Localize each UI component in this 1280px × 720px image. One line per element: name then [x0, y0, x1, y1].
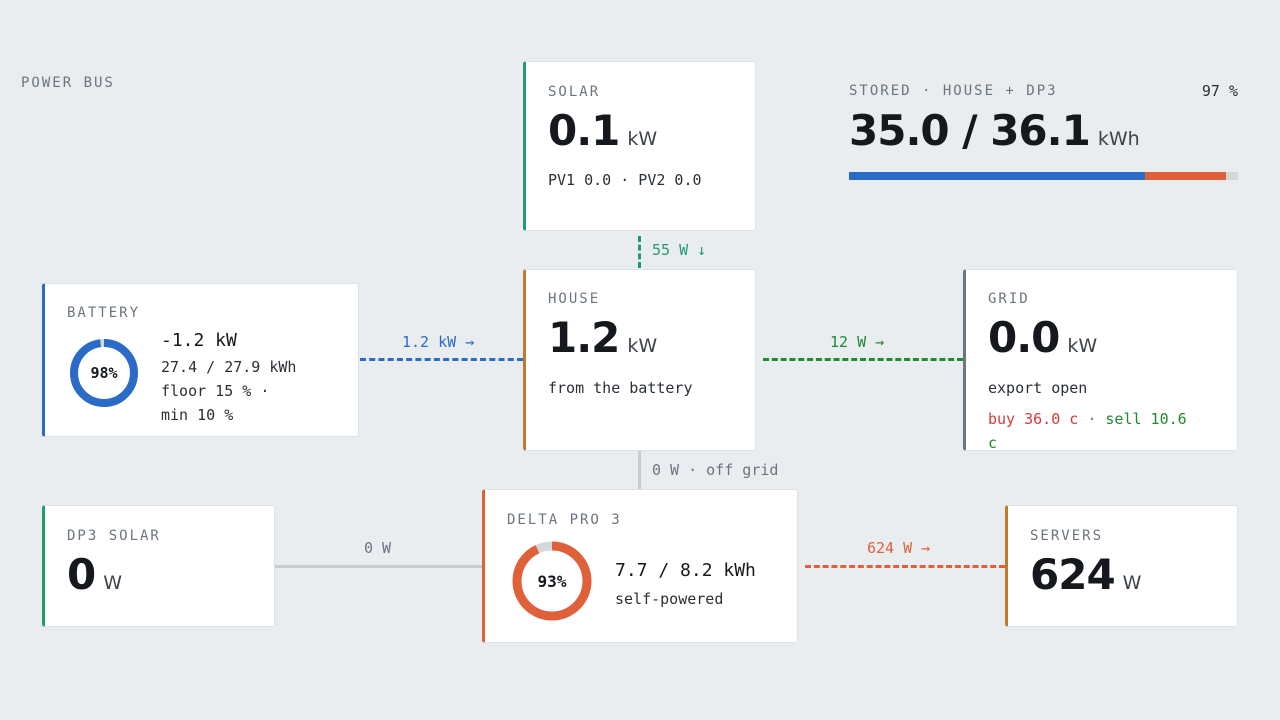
delta-pro-ring: 93% [511, 540, 593, 622]
house-unit: kW [627, 335, 658, 357]
dp3solar-delta-flow-label: 0 W [364, 539, 392, 557]
grid-reading: 0.0 kW [988, 317, 1097, 359]
battery-card[interactable]: BATTERY 98% -1.2 kW 27.4 / 27.9 kWh floo… [42, 283, 359, 437]
delta-pro-card[interactable]: DELTA PRO 3 93% 7.7 / 8.2 kWh self-power… [482, 489, 798, 643]
solar-reading: 0.1 kW [548, 110, 657, 152]
house-grid-flow-label: 12 W → [830, 333, 885, 351]
stored-value: 35.0 / 36.1 [849, 106, 1091, 155]
grid-value: 0.0 [988, 313, 1060, 362]
house-card[interactable]: HOUSE 1.2 kW from the battery [523, 269, 756, 451]
grid-tariff: buy 36.0 c · sell 10.6 c [988, 407, 1228, 455]
stored-reading: 35.0 / 36.1 kWh [849, 110, 1140, 152]
servers-value: 624 [1030, 550, 1116, 599]
solar-value: 0.1 [548, 106, 620, 155]
house-grid-connector [763, 358, 963, 361]
dp3-solar-reading: 0W [67, 554, 122, 596]
battery-house-flow-label: 1.2 kW → [402, 333, 475, 351]
stored-unit: kWh [1097, 128, 1140, 150]
grid-sell-price: sell 10.6 [1105, 410, 1187, 428]
delta-servers-flow-label: 624 W → [867, 539, 931, 557]
stored-bar [849, 172, 1238, 180]
dp3solar-delta-connector [275, 565, 482, 568]
grid-unit: kW [1067, 335, 1098, 357]
page-title: POWER BUS [21, 75, 115, 91]
battery-energy: 27.4 / 27.9 kWh [161, 358, 297, 376]
grid-tariff-separator: · [1078, 410, 1106, 428]
battery-power: -1.2 kW [161, 330, 237, 351]
grid-sell-unit: c [988, 434, 998, 452]
house-delta-connector [638, 450, 641, 490]
servers-unit: W [1122, 572, 1142, 594]
grid-buy-price: buy 36.0 c [988, 410, 1079, 428]
dp3-solar-label: DP3 SOLAR [67, 528, 161, 544]
solar-detail: PV1 0.0 · PV2 0.0 [548, 171, 702, 189]
battery-ring: 98% [69, 338, 139, 408]
dp3-solar-value: 0 [67, 550, 96, 599]
battery-percent: 98% [90, 364, 118, 382]
house-reading: 1.2 kW [548, 317, 657, 359]
battery-label: BATTERY [67, 305, 141, 321]
delta-servers-connector [805, 565, 1005, 568]
house-value: 1.2 [548, 313, 620, 362]
servers-label: SERVERS [1030, 528, 1104, 544]
dp3-solar-unit: W [103, 572, 123, 594]
solar-label: SOLAR [548, 84, 601, 100]
solar-card[interactable]: SOLAR 0.1 kW PV1 0.0 · PV2 0.0 [523, 61, 756, 231]
dp3-solar-card[interactable]: DP3 SOLAR 0W [42, 505, 275, 627]
house-detail: from the battery [548, 379, 693, 397]
house-label: HOUSE [548, 291, 601, 307]
stored-bar-house-segment [849, 172, 1145, 180]
delta-pro-percent: 93% [537, 571, 567, 591]
house-delta-flow-label: 0 W · off grid [652, 461, 779, 479]
delta-pro-label: DELTA PRO 3 [507, 512, 622, 528]
battery-house-connector [360, 358, 523, 361]
servers-reading: 624 W [1030, 554, 1141, 596]
stored-bar-dp3-segment [1144, 172, 1227, 180]
delta-pro-energy: 7.7 / 8.2 kWh [615, 560, 756, 581]
solar-unit: kW [627, 128, 658, 150]
stored-label: STORED · HOUSE + DP3 [849, 83, 1058, 99]
grid-card[interactable]: GRID 0.0 kW export open buy 36.0 c · sell… [963, 269, 1238, 452]
solar-house-flow-label: 55 W ↓ [652, 241, 707, 259]
battery-min: min 10 % [161, 406, 234, 424]
delta-pro-detail: self-powered [615, 590, 724, 608]
grid-label: GRID [988, 291, 1030, 307]
battery-floor: floor 15 % · [161, 382, 270, 400]
servers-card[interactable]: SERVERS 624 W [1005, 505, 1238, 627]
stored-percent: 97 % [1201, 82, 1238, 100]
solar-house-connector [638, 236, 641, 268]
grid-detail: export open [988, 379, 1088, 397]
